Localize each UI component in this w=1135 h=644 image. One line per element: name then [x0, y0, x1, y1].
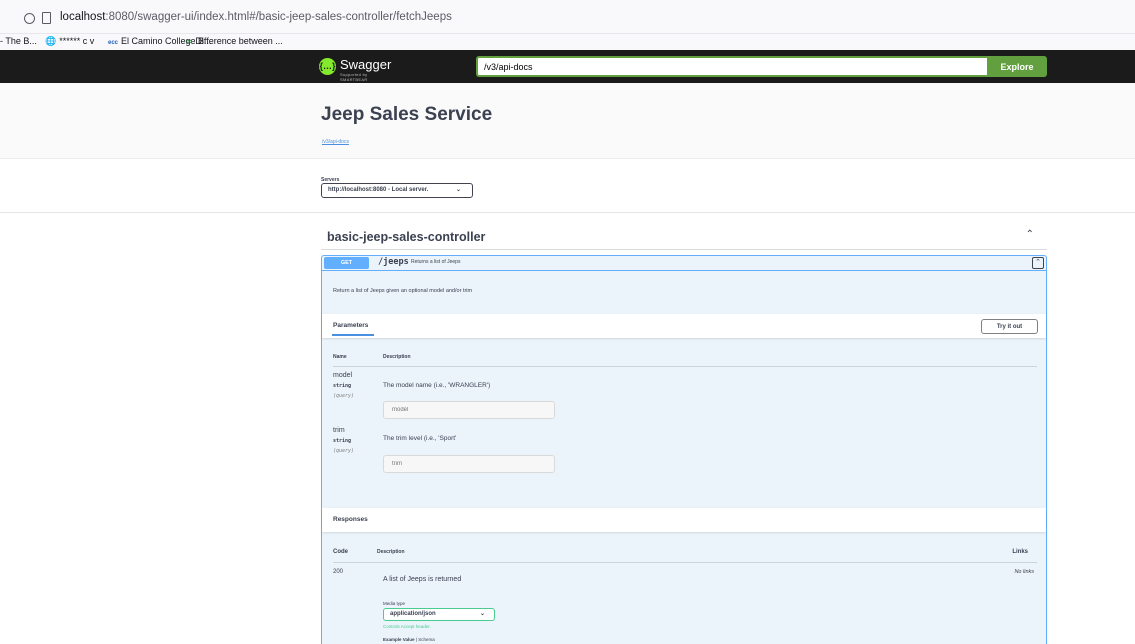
media-type-select[interactable]: application/json ⌄: [383, 608, 495, 621]
explore-button[interactable]: Explore: [987, 56, 1047, 77]
url-path: :8080/swagger-ui/index.html#/basic-jeep-…: [105, 11, 452, 23]
tag-name: basic-jeep-sales-controller: [327, 230, 486, 244]
bookmark-label: Difference between ...: [195, 36, 283, 46]
parameters-header: Parameters Try it out: [322, 314, 1046, 338]
globe-icon: 🌐: [45, 36, 57, 46]
accept-header-note: Controls Accept header.: [383, 624, 431, 629]
browser-url-bar[interactable]: localhost:8080/swagger-ui/index.html#/ba…: [0, 0, 1135, 34]
api-docs-link[interactable]: /v3/api-docs: [322, 139, 349, 145]
param-type: string: [333, 383, 352, 389]
bookmarks-bar: - The B... 🌐 ****** c v ecc El Camino Coll…: [0, 34, 1135, 50]
media-type-label: Media type: [383, 601, 406, 606]
shield-icon[interactable]: [24, 13, 35, 24]
collapse-icon[interactable]: ⌃: [1032, 257, 1044, 269]
swagger-logo[interactable]: {…} Swagger Supported by SMARTBEAR: [319, 56, 392, 82]
parameters-tab-underline: [332, 334, 374, 336]
parameters-tab[interactable]: Parameters: [333, 322, 368, 329]
param-location: (query): [333, 448, 355, 454]
bookmark-label: ****** c v: [59, 36, 95, 46]
parameters-rule: [333, 366, 1037, 367]
media-type-value: application/json: [390, 611, 436, 617]
model-input[interactable]: [383, 401, 555, 419]
try-it-out-button[interactable]: Try it out: [981, 319, 1038, 334]
response-links: No links: [1014, 569, 1034, 575]
chevron-down-icon: ⌄: [455, 187, 461, 193]
column-header-code: Code: [333, 549, 348, 555]
logo-text: Swagger: [340, 57, 392, 72]
param-name: model: [333, 372, 353, 379]
param-description: The model name (i.e., 'WRANGLER'): [383, 382, 491, 389]
spec-url-input[interactable]: [476, 56, 987, 77]
responses-title: Responses: [333, 516, 368, 523]
column-header-name: Name: [333, 354, 347, 360]
example-tabs: Example Value | Schema: [383, 637, 435, 642]
param-name: trim: [333, 427, 345, 434]
url-text[interactable]: localhost:8080/swagger-ui/index.html#/ba…: [60, 11, 452, 23]
page-title: Jeep Sales Service: [321, 104, 493, 125]
column-header-links: Links: [1012, 549, 1028, 555]
example-value-tab[interactable]: Example Value: [383, 637, 415, 642]
operation-summary: Returns a list of Jeeps: [411, 259, 461, 265]
ge-icon: ∞: [186, 36, 193, 46]
bookmark-item[interactable]: - The B...: [0, 36, 37, 46]
response-description: A list of Jeeps is returned: [383, 576, 462, 583]
response-code: 200: [333, 569, 344, 575]
chevron-down-icon: ⌄: [479, 611, 485, 617]
trim-input[interactable]: [383, 455, 555, 473]
swagger-topbar: {…} Swagger Supported by SMARTBEAR Explo…: [0, 50, 1135, 83]
bookmark-item[interactable]: 🌐 ****** c v: [45, 36, 94, 47]
tag-header[interactable]: basic-jeep-sales-controller ⌃: [321, 226, 1047, 250]
param-location: (query): [333, 393, 355, 399]
bookmark-item[interactable]: ∞ Difference between ...: [186, 36, 283, 46]
page-icon: [42, 12, 51, 24]
url-host: localhost: [60, 11, 106, 23]
servers-select[interactable]: http://localhost:8080 - Local server. ⌄: [321, 183, 473, 198]
operation-description: Return a list of Jeeps given an optional…: [333, 288, 473, 294]
column-header-description: Description: [377, 549, 405, 555]
divider: [0, 212, 1135, 213]
column-header-description: Description: [383, 354, 411, 360]
servers-selected-value: http://localhost:8080 - Local server.: [328, 187, 429, 193]
swagger-logo-icon: {…}: [319, 58, 336, 75]
info-section: Jeep Sales Service /v3/api-docs: [0, 83, 1135, 159]
param-description: The trim level (i.e., 'Sport': [383, 435, 457, 442]
responses-rule: [333, 562, 1037, 563]
responses-header: Responses: [322, 508, 1046, 532]
param-type: string: [333, 438, 352, 444]
opblock-get: GET /jeeps Returns a list of Jeeps ⌃ Ret…: [321, 255, 1047, 644]
ecc-icon: ecc: [108, 40, 119, 46]
method-badge: GET: [324, 257, 369, 269]
schema-tab[interactable]: Schema: [418, 637, 435, 642]
logo-subtext: Supported by SMARTBEAR: [340, 72, 368, 82]
operation-path: /jeeps: [378, 257, 409, 267]
chevron-up-icon[interactable]: ⌃: [1026, 229, 1034, 240]
opblock-summary[interactable]: GET /jeeps Returns a list of Jeeps ⌃: [322, 256, 1046, 271]
